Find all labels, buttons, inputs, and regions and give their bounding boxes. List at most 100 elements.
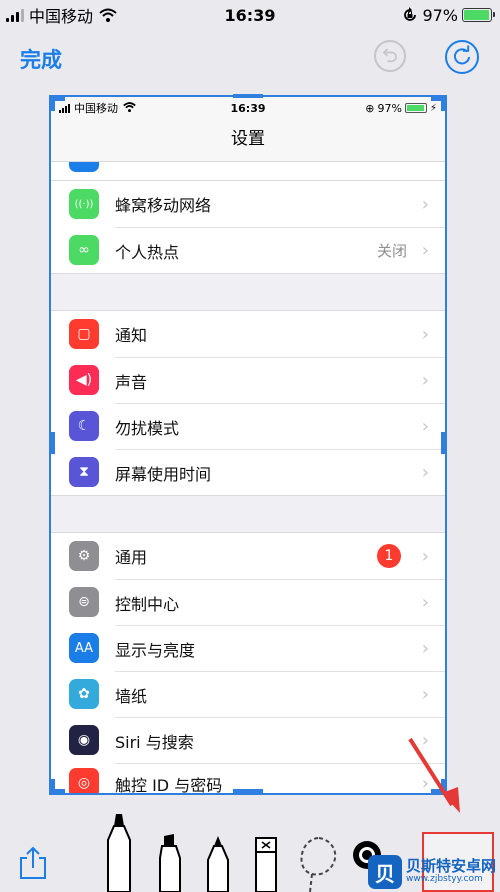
chevron-right-icon: › xyxy=(421,193,429,215)
hourglass-icon: ⧗ xyxy=(69,457,99,487)
settings-row-label: 控制中心 xyxy=(115,594,180,614)
red-arrow-annotation xyxy=(408,737,460,813)
chevron-right-icon: › xyxy=(421,592,429,613)
battery-icon xyxy=(462,8,495,22)
settings-row[interactable]: ∞ 个人热点 关闭 › xyxy=(51,226,445,274)
preview-battery-percent: 97% xyxy=(377,101,402,115)
settings-row-detail: 关闭 xyxy=(376,242,407,260)
settings-row-label: 个人热点 xyxy=(115,242,180,262)
redo-button[interactable] xyxy=(445,40,479,74)
settings-row-content: 控制中心 › xyxy=(115,578,445,626)
chevron-right-icon: › xyxy=(421,462,429,483)
text-size-icon: AA xyxy=(69,633,99,663)
pencil-icon[interactable] xyxy=(206,836,230,892)
settings-row-content: 触控 ID 与密码 › xyxy=(115,762,445,794)
settings-row[interactable]: ((·)) 蜂窝移动网络 › xyxy=(51,181,445,227)
orientation-lock-icon xyxy=(404,7,417,21)
preview-status-right: ⊕ 97% ⚡ xyxy=(365,102,437,115)
chevron-right-icon: › xyxy=(421,323,429,345)
hotspot-icon: ∞ xyxy=(69,235,99,265)
chevron-right-icon: › xyxy=(421,416,429,437)
settings-row[interactable]: AA 显示与亮度 › xyxy=(51,624,445,672)
crop-handle-top[interactable] xyxy=(233,94,263,98)
preview-page-title: 设置 xyxy=(51,119,445,162)
orientation-lock-icon: ⊕ xyxy=(365,101,375,115)
screenshot-preview[interactable]: 中国移动 16:39 ⊕ 97% ⚡ 设置 ((·)) 蜂窝移动网络 › ∞ 个人热点 关… xyxy=(49,95,447,795)
lasso-icon[interactable] xyxy=(298,836,340,892)
chevron-right-icon: › xyxy=(421,684,429,705)
settings-row[interactable]: ◀) 声音 › xyxy=(51,356,445,404)
settings-row[interactable]: ⊜ 控制中心 › xyxy=(51,578,445,626)
redo-icon xyxy=(454,45,471,65)
settings-row-label: 墙纸 xyxy=(115,686,148,706)
done-button[interactable]: 完成 xyxy=(20,44,62,74)
settings-group-notifications: ▢ 通知 › ◀) 声音 › ☾ 勿扰模式 › ⧗ 屏幕使用时间 › xyxy=(51,310,445,496)
crop-handle-right[interactable] xyxy=(441,432,445,454)
settings-group-network: ((·)) 蜂窝移动网络 › ∞ 个人热点 关闭 › xyxy=(51,180,445,274)
settings-row-content: 个人热点 关闭 › xyxy=(115,226,445,274)
crop-handle-top-left[interactable] xyxy=(51,97,55,111)
watermark-logo: 贝 xyxy=(368,855,402,889)
settings-row[interactable]: ▢ 通知 › xyxy=(51,311,445,357)
settings-row-content: 声音 › xyxy=(115,356,445,404)
settings-row[interactable]: ⚙ 通用 1 › xyxy=(51,533,445,579)
speaker-icon: ◀) xyxy=(69,365,99,395)
battery-percent: 97% xyxy=(422,5,458,25)
chevron-right-icon: › xyxy=(421,370,429,391)
status-right: 97% xyxy=(402,0,495,30)
moon-icon: ☾ xyxy=(69,411,99,441)
gear-icon: ⚙ xyxy=(69,541,99,571)
marker-icon[interactable] xyxy=(104,812,134,892)
antenna-icon: ((·)) xyxy=(69,189,99,219)
crop-handle-bottom[interactable] xyxy=(233,789,263,793)
settings-row-label: 通知 xyxy=(115,326,148,345)
eraser-icon[interactable] xyxy=(254,836,278,892)
settings-row[interactable]: ✿ 墙纸 › xyxy=(51,670,445,718)
status-bar: 中国移动 16:39 97% xyxy=(0,0,500,30)
undo-button[interactable] xyxy=(374,40,406,72)
settings-row-content: 显示与亮度 › xyxy=(115,624,445,672)
settings-row[interactable]: ◉ Siri 与搜索 › xyxy=(51,716,445,764)
settings-row-content: 勿扰模式 › xyxy=(115,402,445,450)
notification-icon: ▢ xyxy=(69,319,99,349)
settings-row-label: 屏幕使用时间 xyxy=(115,464,212,484)
cut-off-row xyxy=(51,162,445,180)
fingerprint-icon: ◎ xyxy=(69,768,99,793)
settings-row[interactable]: ☾ 勿扰模式 › xyxy=(51,402,445,450)
settings-row-label: 触控 ID 与密码 xyxy=(115,775,223,794)
charging-icon: ⚡ xyxy=(429,102,437,114)
battery-icon xyxy=(404,103,427,113)
settings-row-content: 通用 1 › xyxy=(115,533,445,579)
crop-handle-bottom-left[interactable] xyxy=(51,779,55,793)
chevron-right-icon: › xyxy=(421,545,429,567)
chevron-right-icon: › xyxy=(421,240,429,261)
crop-handle-top-right[interactable] xyxy=(441,97,445,111)
preview-status-bar: 中国移动 16:39 ⊕ 97% ⚡ xyxy=(51,97,445,119)
settings-row-content: Siri 与搜索 › xyxy=(115,716,445,764)
settings-row-label: 勿扰模式 xyxy=(115,418,180,438)
share-icon xyxy=(20,846,46,879)
share-button[interactable] xyxy=(18,846,48,880)
settings-row[interactable]: ⧗ 屏幕使用时间 › xyxy=(51,448,445,496)
settings-row-label: Siri 与搜索 xyxy=(115,732,194,752)
watermark-name: 贝斯特安卓网 xyxy=(406,857,497,876)
settings-row-label: 蜂窝移动网络 xyxy=(115,196,212,215)
undo-icon xyxy=(382,48,397,63)
watermark: 贝 贝斯特安卓网 www.zjbstyy.com xyxy=(368,852,500,892)
flower-icon: ✿ xyxy=(69,679,99,709)
toggles-icon: ⊜ xyxy=(69,587,99,617)
settings-row-content: 通知 › xyxy=(115,311,445,357)
settings-row-content: 墙纸 › xyxy=(115,670,445,718)
update-badge: 1 xyxy=(377,544,401,568)
settings-row-label: 声音 xyxy=(115,372,148,392)
highlighter-icon[interactable] xyxy=(156,834,184,892)
settings-row-label: 通用 xyxy=(115,548,148,567)
settings-row-content: 屏幕使用时间 › xyxy=(115,448,445,496)
chevron-right-icon: › xyxy=(421,638,429,659)
settings-row-content: 蜂窝移动网络 › xyxy=(115,181,445,227)
settings-group-general: ⚙ 通用 1 › ⊜ 控制中心 › AA 显示与亮度 › ✿ 墙纸 › ◉ Siri 与搜索 › ◎ 触控 ID … xyxy=(51,532,445,793)
watermark-url: www.zjbstyy.com xyxy=(406,874,483,885)
siri-icon: ◉ xyxy=(69,725,99,755)
settings-row-label: 显示与亮度 xyxy=(115,640,196,660)
crop-handle-left[interactable] xyxy=(51,432,55,454)
